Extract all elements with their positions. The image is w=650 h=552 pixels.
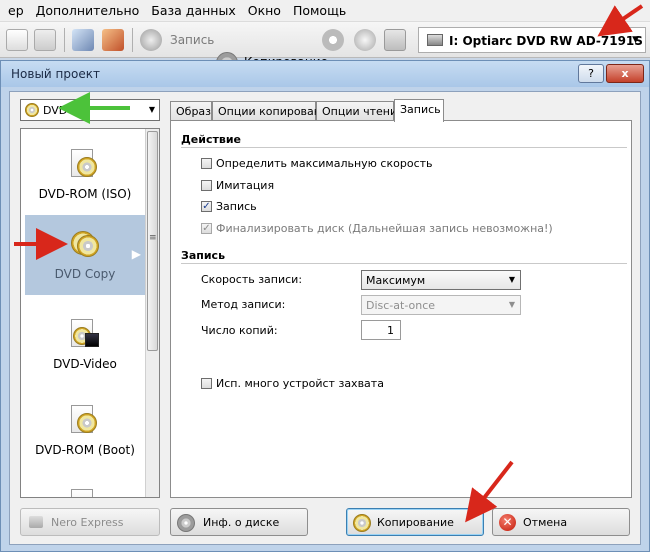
chevron-down-icon: ▼ (508, 300, 515, 309)
disc-info-icon (177, 514, 195, 532)
drive-select[interactable]: I: Optiarc DVD RW AD-7191S ▼ (418, 27, 646, 53)
list-item-label: DVD-ROM (Boot) (35, 443, 135, 457)
chevron-down-icon[interactable]: ▼ (509, 275, 515, 284)
list-item-label: DVD-ROM (ISO) (38, 187, 132, 201)
dvd-rom-boot-icon (71, 405, 99, 435)
dvd-copy-icon (71, 229, 99, 259)
dvd-icon (25, 103, 39, 117)
dialog-client: DVD ▼ DVD-ROM (ISO) DVD Copy ▶ DVD-Video… (9, 91, 641, 545)
project-type-value: DVD (43, 104, 68, 117)
chevron-right-icon: ▶ (131, 247, 141, 261)
action-section-header: Действие (181, 133, 241, 146)
copies-input[interactable]: 1 (361, 320, 401, 340)
multi-device-checkbox-row[interactable]: Исп. много устройст захвата (201, 377, 384, 390)
chevron-down-icon[interactable]: ▼ (632, 35, 639, 45)
tab-copy-options[interactable]: Опции копирования (212, 101, 335, 121)
tab-write[interactable]: Запись (394, 99, 444, 122)
disc-info-button[interactable]: Инф. о диске (170, 508, 308, 536)
finalize-checkbox-row: ✓ Финализировать диск (Дальнейшая запись… (201, 222, 553, 235)
simulation-checkbox[interactable] (201, 180, 212, 191)
project-type-select[interactable]: DVD ▼ (20, 99, 160, 121)
list-item-dvd-rom-boot[interactable]: DVD-ROM (Boot) (25, 391, 145, 471)
project-type-list[interactable]: DVD-ROM (ISO) DVD Copy ▶ DVD-Video DVD-R… (20, 128, 160, 498)
drive-icon (427, 34, 443, 46)
write-checkbox[interactable]: ✓ (201, 201, 212, 212)
max-speed-checkbox-row[interactable]: Определить максимальную скорость (201, 157, 433, 170)
list-item-dvd-rom-iso[interactable]: DVD-ROM (ISO) (25, 135, 145, 215)
tab-image[interactable]: Образ (170, 101, 212, 121)
list-item-label: DVD-Video (53, 357, 117, 371)
dvd-rom-iso-icon (71, 149, 99, 179)
multi-device-checkbox[interactable] (201, 378, 212, 389)
menu-item-partial[interactable]: ер (2, 3, 30, 18)
dialog-titlebar[interactable]: Новый проект ? x (1, 61, 649, 87)
finalize-checkbox: ✓ (201, 223, 212, 234)
eject-icon[interactable] (354, 29, 376, 51)
dvd-video-icon (71, 319, 99, 349)
list-item-dvd-video[interactable]: DVD-Video (25, 305, 145, 385)
menu-item-advanced[interactable]: Дополнительно (30, 3, 146, 18)
erase-icon[interactable] (384, 29, 406, 51)
copies-label: Число копий: (201, 324, 278, 337)
write-speed-label: Скорость записи: (201, 273, 303, 286)
write-speed-select[interactable]: Максимум ▼ (361, 270, 521, 290)
menu-item-window[interactable]: Окно (242, 3, 287, 18)
tab-read-options[interactable]: Опции чтения (316, 101, 404, 121)
copy-disc-icon (353, 514, 371, 532)
dialog-title: Новый проект (11, 67, 100, 81)
menu-item-database[interactable]: База данных (145, 3, 241, 18)
new-icon[interactable] (6, 29, 28, 51)
burn-icon[interactable] (102, 29, 124, 51)
wizard-icon[interactable] (72, 29, 94, 51)
write-checkbox-row[interactable]: ✓ Запись (201, 200, 257, 213)
menu-bar: ер Дополнительно База данных Окно Помощь (0, 0, 650, 22)
help-button[interactable]: ? (578, 64, 604, 83)
new-project-dialog: Новый проект ? x DVD ▼ DVD-ROM (ISO) DVD… (0, 60, 650, 552)
list-item-dvd-copy[interactable]: DVD Copy ▶ (25, 215, 145, 295)
max-speed-checkbox[interactable] (201, 158, 212, 169)
chevron-down-icon[interactable]: ▼ (149, 105, 155, 114)
simulation-checkbox-row[interactable]: Имитация (201, 179, 274, 192)
drive-label: I: Optiarc DVD RW AD-7191S (449, 34, 643, 48)
list-item-partial[interactable] (25, 475, 145, 497)
nero-express-button: Nero Express (20, 508, 160, 536)
open-icon[interactable] (34, 29, 56, 51)
list-item-label: DVD Copy (54, 267, 116, 281)
menu-item-help[interactable]: Помощь (287, 3, 352, 18)
nero-express-icon (29, 516, 43, 528)
list-scrollbar[interactable]: ≡ (145, 129, 159, 497)
disc-info-icon[interactable] (322, 29, 344, 51)
write-method-label: Метод записи: (201, 298, 286, 311)
write-tab-panel: Действие Определить максимальную скорост… (170, 120, 632, 498)
cancel-button[interactable]: ✕ Отмена (492, 508, 630, 536)
write-section-header: Запись (181, 249, 226, 262)
cancel-icon: ✕ (499, 514, 516, 531)
write-button[interactable]: Запись (170, 33, 214, 47)
grip-icon: ≡ (149, 233, 157, 243)
close-button[interactable]: x (606, 64, 644, 83)
write-icon[interactable] (140, 29, 162, 51)
write-method-select: Disc-at-once ▼ (361, 295, 521, 315)
copy-button[interactable]: Копирование (346, 508, 484, 536)
dvd-icon (71, 489, 99, 497)
